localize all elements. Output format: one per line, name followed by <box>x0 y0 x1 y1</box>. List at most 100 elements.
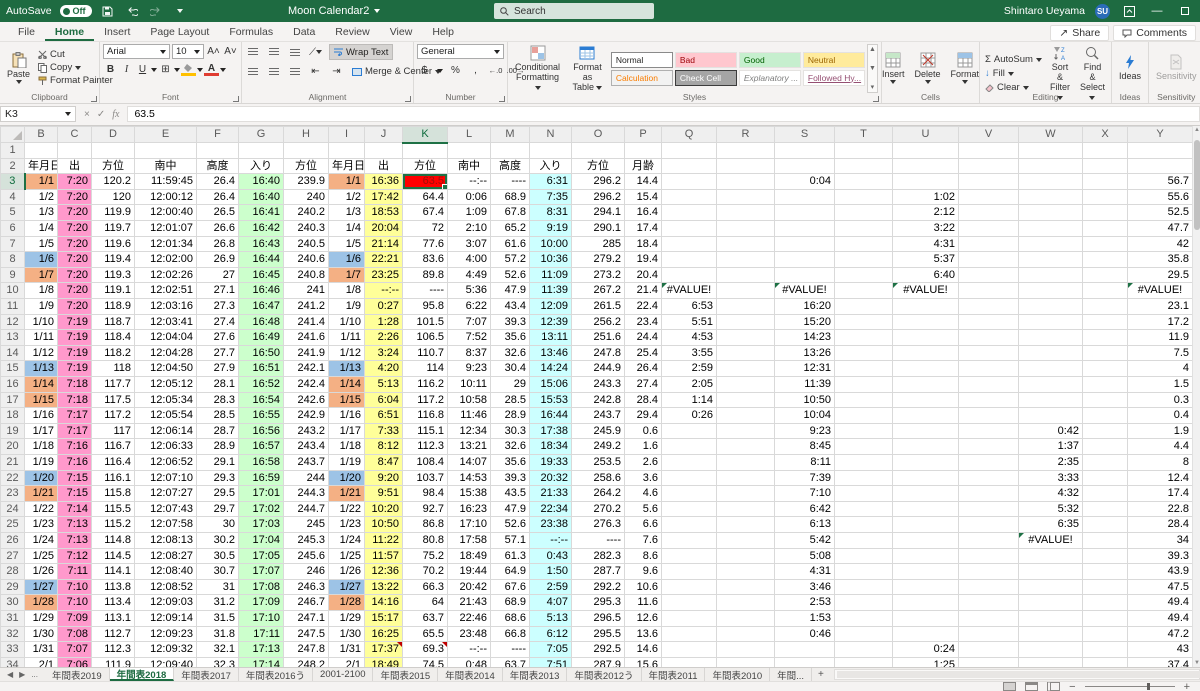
cell-X25[interactable] <box>1083 517 1128 533</box>
cell-J15[interactable]: 4:20 <box>365 361 403 377</box>
sheet-tab-11[interactable]: 年間表2010 <box>705 668 770 681</box>
cell-S18[interactable]: 10:04 <box>775 408 835 424</box>
row-header-32[interactable]: 32 <box>1 626 25 642</box>
cell-Y16[interactable]: 1.5 <box>1128 377 1193 393</box>
cell-U19[interactable] <box>893 423 959 439</box>
cell-F14[interactable]: 27.7 <box>197 345 239 361</box>
cell-E17[interactable]: 12:05:34 <box>135 392 197 408</box>
cell-J8[interactable]: 22:21 <box>365 252 403 268</box>
cell-W9[interactable] <box>1019 267 1083 283</box>
cell-C14[interactable]: 7:19 <box>58 345 92 361</box>
cell-R8[interactable] <box>717 252 775 268</box>
cell-V15[interactable] <box>959 361 1019 377</box>
cell-G7[interactable]: 16:43 <box>239 236 284 252</box>
cell-M29[interactable]: 67.6 <box>491 579 530 595</box>
cell-C34[interactable]: 7:06 <box>58 657 92 667</box>
cell-J11[interactable]: 0:27 <box>365 299 403 315</box>
cell-G28[interactable]: 17:07 <box>239 564 284 580</box>
cell-N18[interactable]: 16:44 <box>530 408 572 424</box>
cell-I11[interactable]: 1/9 <box>329 299 365 315</box>
cell-J16[interactable]: 5:13 <box>365 377 403 393</box>
cell-M31[interactable]: 68.6 <box>491 610 530 626</box>
cell-N34[interactable]: 7:51 <box>530 657 572 667</box>
cell-T9[interactable] <box>835 267 893 283</box>
cell-E10[interactable]: 12:02:51 <box>135 283 197 299</box>
cell-G24[interactable]: 17:02 <box>239 501 284 517</box>
cell-C26[interactable]: 7:13 <box>58 532 92 548</box>
cell-H26[interactable]: 245.3 <box>284 532 329 548</box>
cell-Q20[interactable] <box>662 439 717 455</box>
cell-L15[interactable]: 9:23 <box>448 361 491 377</box>
cell-X11[interactable] <box>1083 299 1128 315</box>
cell-M1[interactable] <box>491 143 530 159</box>
cell-F1[interactable] <box>197 143 239 159</box>
vertical-scrollbar-thumb[interactable] <box>1194 140 1200 230</box>
cell-R34[interactable] <box>717 657 775 667</box>
cell-V11[interactable] <box>959 299 1019 315</box>
cell-T30[interactable] <box>835 595 893 611</box>
cell-Y24[interactable]: 22.8 <box>1128 501 1193 517</box>
name-box[interactable]: K3 <box>0 106 76 122</box>
font-size-select[interactable]: 10 <box>172 44 204 59</box>
cell-C5[interactable]: 7:20 <box>58 205 92 221</box>
cell-K7[interactable]: 77.6 <box>403 236 448 252</box>
cell-C23[interactable]: 7:15 <box>58 486 92 502</box>
tab-view[interactable]: View <box>380 24 423 41</box>
styles-dialog-launcher-icon[interactable] <box>873 96 879 102</box>
cell-R27[interactable] <box>717 548 775 564</box>
row-header-9[interactable]: 9 <box>1 267 25 283</box>
cell-Y28[interactable]: 43.9 <box>1128 564 1193 580</box>
cell-O23[interactable]: 264.2 <box>572 486 625 502</box>
cell-B8[interactable]: 1/6 <box>25 252 58 268</box>
underline-button[interactable]: U <box>135 62 150 77</box>
row-header-2[interactable]: 2 <box>1 158 25 174</box>
cell-G16[interactable]: 16:52 <box>239 377 284 393</box>
cell-C18[interactable]: 7:17 <box>58 408 92 424</box>
row-header-6[interactable]: 6 <box>1 221 25 237</box>
cell-Y33[interactable]: 43 <box>1128 642 1193 658</box>
cell-Y12[interactable]: 17.2 <box>1128 314 1193 330</box>
cell-J25[interactable]: 10:50 <box>365 517 403 533</box>
cell-C8[interactable]: 7:20 <box>58 252 92 268</box>
autosave-toggle[interactable]: Off <box>60 5 92 17</box>
cell-F20[interactable]: 28.9 <box>197 439 239 455</box>
cell-D15[interactable]: 118 <box>92 361 135 377</box>
column-header-L[interactable]: L <box>448 127 491 143</box>
sheet-tab-7[interactable]: 年間表2014 <box>438 668 503 681</box>
cell-S13[interactable]: 14:23 <box>775 330 835 346</box>
cell-E2[interactable]: 南中 <box>135 158 197 174</box>
cell-H18[interactable]: 242.9 <box>284 408 329 424</box>
cell-N29[interactable]: 2:59 <box>530 579 572 595</box>
cell-C20[interactable]: 7:16 <box>58 439 92 455</box>
cell-Y13[interactable]: 11.9 <box>1128 330 1193 346</box>
cell-D3[interactable]: 120.2 <box>92 174 135 190</box>
cell-C7[interactable]: 7:20 <box>58 236 92 252</box>
comma-style-button[interactable]: , <box>468 63 483 78</box>
cell-T10[interactable] <box>835 283 893 299</box>
cell-O22[interactable]: 258.6 <box>572 470 625 486</box>
cell-L24[interactable]: 16:23 <box>448 501 491 517</box>
font-dialog-launcher-icon[interactable] <box>233 96 239 102</box>
cell-H34[interactable]: 248.2 <box>284 657 329 667</box>
cell-B7[interactable]: 1/5 <box>25 236 58 252</box>
cell-H24[interactable]: 244.7 <box>284 501 329 517</box>
cell-K12[interactable]: 101.5 <box>403 314 448 330</box>
column-header-G[interactable]: G <box>239 127 284 143</box>
row-header-25[interactable]: 25 <box>1 517 25 533</box>
column-header-K[interactable]: K <box>403 127 448 143</box>
cell-V2[interactable] <box>959 158 1019 174</box>
cell-style-followed-hyperlink[interactable]: Followed Hy... <box>803 70 865 86</box>
row-header-5[interactable]: 5 <box>1 205 25 221</box>
cell-I17[interactable]: 1/15 <box>329 392 365 408</box>
cell-G11[interactable]: 16:47 <box>239 299 284 315</box>
cell-T34[interactable] <box>835 657 893 667</box>
cell-E29[interactable]: 12:08:52 <box>135 579 197 595</box>
cell-B6[interactable]: 1/4 <box>25 221 58 237</box>
cell-V3[interactable] <box>959 174 1019 190</box>
cell-I14[interactable]: 1/12 <box>329 345 365 361</box>
cell-D28[interactable]: 114.1 <box>92 564 135 580</box>
cell-P15[interactable]: 26.4 <box>625 361 662 377</box>
cell-C31[interactable]: 7:09 <box>58 610 92 626</box>
cell-W16[interactable] <box>1019 377 1083 393</box>
cell-H23[interactable]: 244.3 <box>284 486 329 502</box>
